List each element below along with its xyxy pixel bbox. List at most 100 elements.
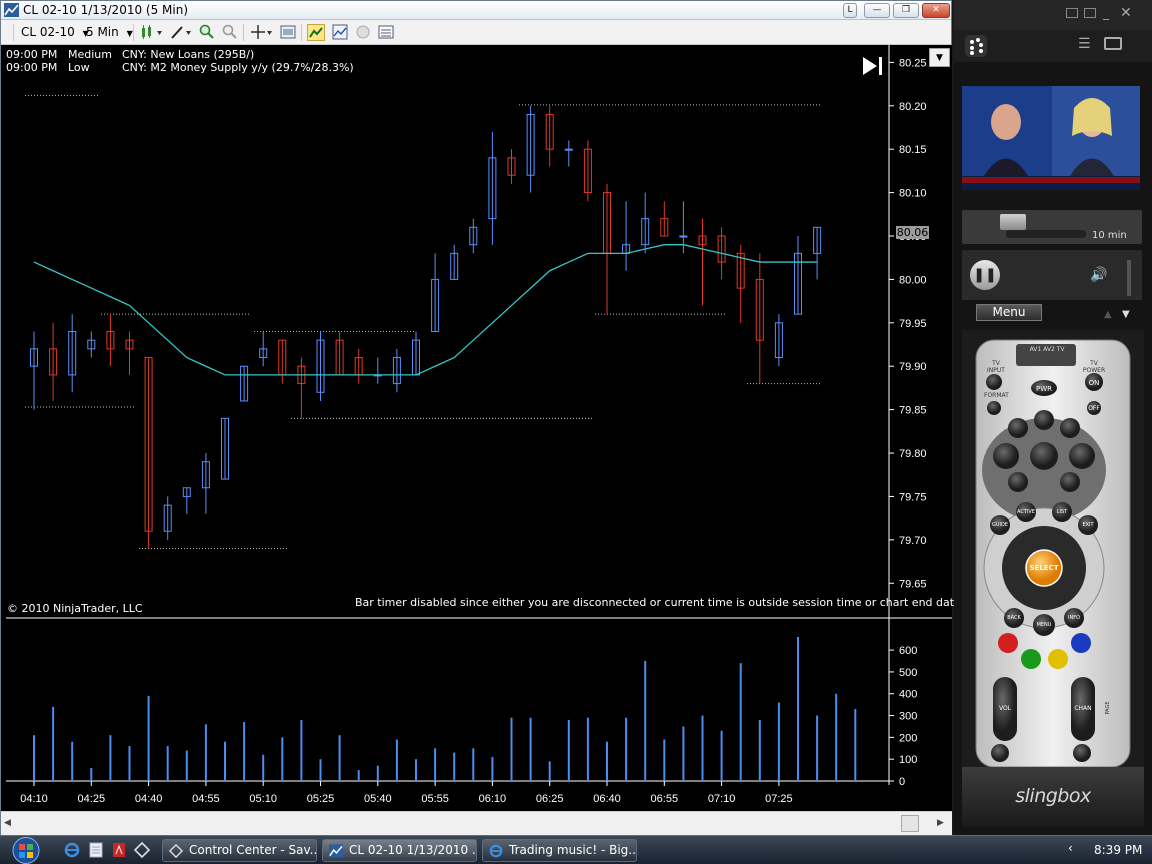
start-button[interactable] [6, 837, 46, 864]
system-clock[interactable]: 8:39 PM [1094, 843, 1142, 857]
on-label[interactable]: ON [1084, 379, 1104, 387]
scroll-thumb[interactable] [901, 815, 919, 832]
time-tick-label: 05:10 [249, 793, 277, 805]
drawing-tool-icon[interactable] [168, 24, 194, 41]
scroll-right-icon[interactable]: ▶ [937, 815, 949, 832]
active-button[interactable]: ACTIVE [1015, 509, 1037, 515]
layout-button[interactable]: L [843, 3, 857, 18]
copyright-text: © 2010 NinjaTrader, LLC [7, 602, 143, 615]
sync-icon[interactable] [354, 24, 372, 41]
price-tick-label: 79.80 [899, 448, 927, 460]
av-switch-label: AV1 AV2 TV [1029, 346, 1065, 353]
dock-icon[interactable] [1066, 8, 1078, 18]
strategy-icon[interactable] [307, 24, 325, 41]
crosshair-icon[interactable] [249, 24, 275, 41]
remote-menu-button[interactable]: MENU [1033, 622, 1055, 628]
seek-bar[interactable]: 10 min [962, 210, 1142, 244]
acrobat-icon[interactable] [111, 842, 127, 858]
instrument-selector[interactable]: CL 02-10 ▼ [21, 23, 89, 41]
taskbar-item-browser[interactable]: Trading music! - Big... [482, 839, 637, 862]
bar-type-icon[interactable] [139, 24, 165, 41]
page-label: PAGE [1105, 701, 1111, 715]
event-importance: Low [68, 61, 90, 74]
zoom-in-icon[interactable] [198, 24, 216, 41]
time-tick-label: 05:40 [364, 793, 392, 805]
window-mode-icon[interactable] [1084, 8, 1096, 18]
data-box-icon[interactable] [377, 24, 395, 41]
taskbar-item-control-center[interactable]: Control Center - Sav... [162, 839, 317, 862]
tv-icon[interactable] [1104, 37, 1122, 50]
toolbar-separator [133, 24, 134, 41]
maximize-button[interactable]: ❐ [893, 3, 919, 18]
price-tick-label: 79.75 [899, 491, 927, 503]
price-tick-label: 80.10 [899, 188, 927, 200]
slingbox-footer: slingbox [962, 767, 1144, 827]
seek-track [1006, 230, 1086, 238]
horizontal-scrollbar[interactable]: ◀ ▶ [1, 811, 952, 835]
back-button[interactable]: BACK [1003, 615, 1025, 621]
list-button[interactable]: LIST [1051, 509, 1073, 515]
toolbar-separator [301, 24, 302, 41]
select-button[interactable]: SELECT [1026, 564, 1062, 572]
time-tick-label: 07:10 [708, 793, 736, 805]
interval-selector[interactable]: 5 Min ▼ [86, 23, 133, 41]
ninja-quick-launch-icon[interactable] [134, 842, 150, 858]
price-tick-label: 79.65 [899, 578, 927, 590]
event-text: CNY: M2 Money Supply y/y (29.7%/28.3%) [122, 61, 354, 74]
minimize-icon[interactable]: _ [1103, 6, 1115, 20]
exit-button[interactable]: EXIT [1077, 522, 1099, 528]
moving-average-line [33, 244, 818, 376]
chevron-down-icon: ▼ [936, 53, 943, 63]
off-label[interactable]: OFF [1084, 405, 1104, 412]
arrow-down-icon[interactable]: ▼ [1122, 309, 1130, 320]
chart-window: CL 02-10 1/13/2010 (5 Min) L — ❐ ✕ CL 02… [0, 0, 961, 835]
event-text: CNY: New Loans (295B/) [122, 48, 255, 61]
chart-menu-dropdown[interactable]: ▼ [929, 48, 950, 67]
news-event-row: 09:00 PM Medium CNY: New Loans (295B/) [6, 48, 354, 61]
virtual-remote: TV INPUT TV POWER FORMAT AV1 AV2 TV PWR … [962, 330, 1144, 767]
window-title: CL 02-10 1/13/2010 (5 Min) [23, 3, 189, 17]
price-tick-label: 79.70 [899, 535, 927, 547]
video-preview[interactable] [962, 86, 1140, 190]
arrow-up-icon[interactable]: ▲ [1104, 309, 1112, 320]
go-to-end-icon[interactable] [861, 55, 885, 77]
volume-tick-label: 200 [899, 732, 917, 744]
price-tick-label: 79.85 [899, 405, 927, 417]
slingplayer-window: _ ✕ ☰ 10 min ❚❚ 🔊 Menu ▲ ▼ TV INPUT TV P… [954, 0, 1152, 835]
guide-button[interactable]: GUIDE [989, 522, 1011, 528]
player-controls: ❚❚ 🔊 [962, 250, 1142, 300]
price-tick-label: 80.25 [899, 57, 927, 69]
close-button[interactable]: ✕ [922, 3, 950, 18]
menu-button[interactable]: Menu [976, 304, 1042, 321]
pwr-label[interactable]: PWR [1032, 385, 1056, 393]
time-tick-label: 06:40 [593, 793, 621, 805]
list-icon[interactable]: ☰ [1078, 36, 1091, 52]
price-volume-chart[interactable]: 80.2580.2080.1580.1080.0580.0079.9579.90… [1, 45, 952, 811]
internet-explorer-icon[interactable] [64, 842, 80, 858]
seek-handle[interactable] [1000, 214, 1026, 230]
volume-icon[interactable]: 🔊 [1090, 267, 1110, 285]
close-icon[interactable]: ✕ [1120, 5, 1132, 21]
news-event-row: 09:00 PM Low CNY: M2 Money Supply y/y (29.… [6, 61, 354, 74]
notepad-icon[interactable] [88, 842, 104, 858]
tv-input-label: TV INPUT [987, 360, 1005, 374]
price-tick-label: 80.15 [899, 144, 927, 156]
candle-body [564, 148, 573, 151]
taskbar-item-chart[interactable]: CL 02-10 1/13/2010 ... [322, 839, 477, 862]
title-bar[interactable]: CL 02-10 1/13/2010 (5 Min) L — ❐ ✕ [1, 1, 951, 20]
info-button[interactable]: INFO [1063, 615, 1085, 621]
time-tick-label: 07:25 [765, 793, 793, 805]
tv-power-label: TV POWER [1082, 360, 1106, 374]
volume-slider[interactable] [1127, 260, 1131, 296]
zoom-out-icon[interactable] [221, 24, 239, 41]
slingplayer-title-bar[interactable]: _ ✕ [954, 0, 1152, 30]
scroll-left-icon[interactable]: ◀ [4, 815, 16, 832]
properties-icon[interactable] [279, 24, 297, 41]
price-tick-label: 79.90 [899, 361, 927, 373]
minimize-button[interactable]: — [864, 3, 890, 18]
show-hidden-icons-icon[interactable]: ‹ [1068, 841, 1082, 859]
chart-panel[interactable]: 80.2580.2080.1580.1080.0580.0079.9579.90… [1, 45, 961, 811]
chan-label: CHAN [1074, 705, 1092, 712]
indicators-icon[interactable] [331, 24, 349, 41]
pause-button[interactable]: ❚❚ [970, 260, 1000, 290]
